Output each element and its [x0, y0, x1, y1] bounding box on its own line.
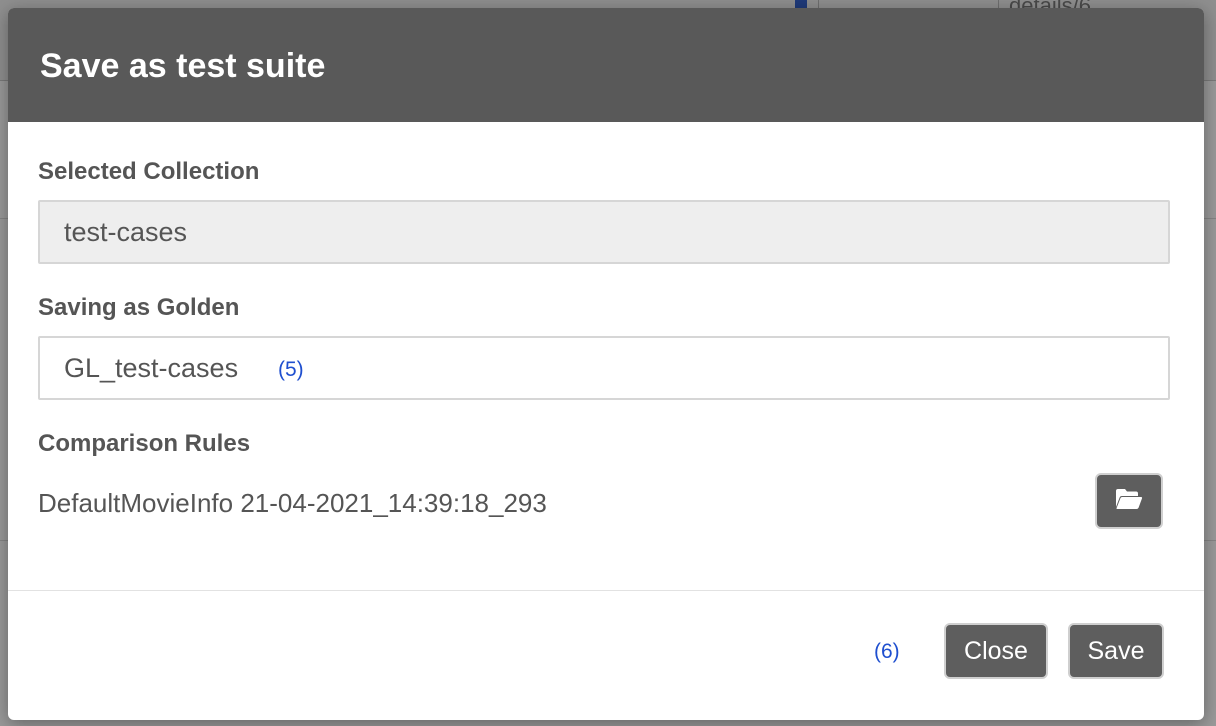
golden-annotation-marker: (5) [278, 358, 304, 381]
selected-collection-value: test-cases [64, 217, 188, 247]
folder-open-icon [1115, 488, 1143, 515]
save-button[interactable]: Save [1068, 623, 1164, 679]
selected-collection-label: Selected Collection [38, 158, 260, 185]
comparison-rules-label: Comparison Rules [38, 430, 251, 457]
dialog-title: Save as test suite [40, 47, 326, 85]
close-button[interactable]: Close [944, 623, 1048, 679]
selected-collection-field: test-cases [38, 200, 1170, 264]
background-indicator [795, 0, 807, 8]
save-test-suite-dialog: Save as test suite Selected Collection t… [8, 8, 1204, 720]
footer-divider [8, 590, 1204, 591]
golden-name-label: Saving as Golden [38, 294, 240, 321]
comparison-rules-value: DefaultMovieInfo 21-04-2021_14:39:18_293 [38, 488, 547, 518]
golden-name-input[interactable]: GL_test-cases (5) [38, 336, 1170, 400]
golden-name-value: GL_test-cases [64, 353, 239, 383]
footer-annotation-marker: (6) [874, 640, 900, 663]
browse-rules-button[interactable] [1095, 473, 1163, 529]
dialog-header: Save as test suite [8, 8, 1204, 122]
